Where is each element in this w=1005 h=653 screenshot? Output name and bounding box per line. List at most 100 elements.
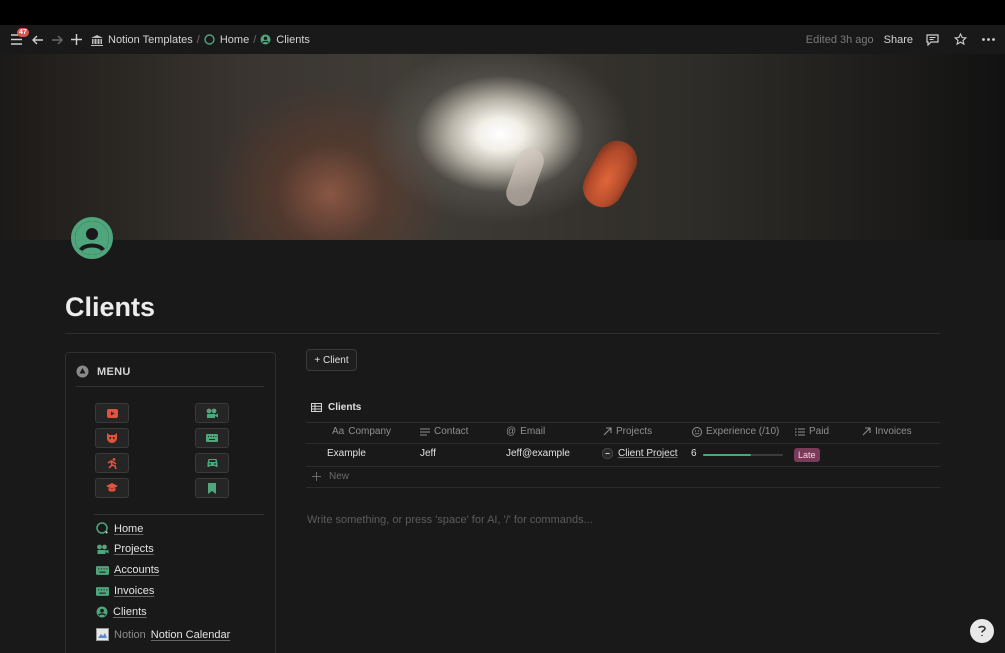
- breadcrumb-home[interactable]: Home: [204, 34, 249, 46]
- projector-icon: [206, 408, 218, 418]
- topbar: 47 Notion Templates / Home / Clients Edi…: [0, 25, 1005, 54]
- forward-button[interactable]: [48, 31, 66, 49]
- text-lines-icon: [420, 428, 430, 435]
- cell-experience[interactable]: 6: [691, 448, 697, 459]
- new-row-button[interactable]: New: [312, 471, 349, 482]
- menu-card: MENU Home Projects Accounts Invoices Cli…: [65, 352, 276, 653]
- project-link[interactable]: Client Project: [618, 448, 677, 459]
- bookmark-link-button[interactable]: [195, 478, 229, 498]
- triangle-circle-icon: [76, 365, 89, 378]
- cover-finger-shape: [575, 133, 645, 215]
- menu-link-label: Notion Calendar: [150, 628, 231, 641]
- menu-link-prefix: Notion: [114, 628, 146, 641]
- project-page-icon: [602, 448, 613, 459]
- smiley-icon: [692, 426, 702, 437]
- menu-link-label: Projects: [114, 543, 154, 555]
- cell-contact[interactable]: Jeff: [420, 448, 436, 459]
- column-header-company[interactable]: Aa Company: [332, 426, 391, 437]
- keyboard-icon: [206, 434, 218, 442]
- menu-link-clients[interactable]: Clients: [96, 606, 147, 618]
- projector-icon: [97, 544, 109, 554]
- plus-icon: [312, 472, 321, 481]
- cover-image[interactable]: [0, 54, 1005, 240]
- comments-button[interactable]: [923, 31, 941, 49]
- column-header-invoices[interactable]: Invoices: [862, 426, 912, 437]
- menu-link-notion-calendar[interactable]: Notion Notion Calendar: [96, 628, 230, 641]
- table-bottom-border: [306, 487, 940, 488]
- youtube-icon: [106, 408, 118, 418]
- add-client-button[interactable]: + Client: [306, 349, 357, 371]
- menu-link-home[interactable]: Home: [96, 522, 143, 535]
- keyboard-icon: [96, 565, 109, 575]
- mask-link-button[interactable]: [95, 428, 129, 448]
- page-user-icon[interactable]: [71, 217, 113, 259]
- table-row-divider: [306, 443, 940, 444]
- menu-link-projects[interactable]: Projects: [96, 543, 154, 555]
- favorite-button[interactable]: [951, 31, 969, 49]
- circle-icon: [204, 34, 215, 45]
- window-titlebar: [0, 0, 1005, 25]
- page-title[interactable]: Clients: [65, 292, 155, 323]
- breadcrumb-notion-templates[interactable]: Notion Templates: [91, 34, 193, 46]
- keyboard-link-button[interactable]: [195, 428, 229, 448]
- bank-icon: [91, 34, 103, 46]
- column-header-experience[interactable]: Experience (/10): [692, 426, 779, 437]
- more-button[interactable]: [979, 31, 997, 49]
- youtube-link-button[interactable]: [95, 403, 129, 423]
- cell-company[interactable]: Example: [327, 448, 366, 459]
- menu-link-invoices[interactable]: Invoices: [96, 585, 154, 597]
- share-button[interactable]: Share: [884, 34, 913, 46]
- breadcrumb-separator: /: [196, 33, 200, 46]
- arrow-right-icon: [52, 35, 63, 44]
- breadcrumb-label: Notion Templates: [108, 33, 193, 46]
- topbar-actions: Edited 3h ago Share: [806, 25, 997, 54]
- graduation-cap-icon: [106, 483, 118, 492]
- user-circle-icon: [96, 606, 108, 618]
- notification-badge: 47: [17, 27, 29, 37]
- menu-link-label: Home: [114, 522, 144, 535]
- relation-arrow-icon: [862, 427, 871, 436]
- breadcrumb-clients[interactable]: Clients: [260, 34, 310, 46]
- menu-link-label: Invoices: [114, 585, 155, 597]
- arrow-left-icon: [32, 35, 43, 44]
- mask-icon: [107, 433, 117, 443]
- column-header-contact[interactable]: Contact: [420, 426, 468, 437]
- column-header-label: Projects: [616, 426, 653, 437]
- divider: [65, 333, 940, 334]
- plus-icon: [70, 34, 82, 45]
- breadcrumb-label: Home: [219, 33, 250, 46]
- database-title[interactable]: Clients: [311, 402, 361, 413]
- menu-link-label: Accounts: [114, 564, 160, 576]
- new-row-label: New: [329, 471, 350, 482]
- database-title-label: Clients: [328, 402, 362, 413]
- projector-link-button[interactable]: [195, 403, 229, 423]
- help-icon: [978, 625, 986, 636]
- editor-placeholder[interactable]: Write something, or press 'space' for AI…: [307, 514, 593, 526]
- graduation-link-button[interactable]: [95, 478, 129, 498]
- help-button[interactable]: [970, 619, 994, 643]
- new-page-button[interactable]: [67, 31, 85, 49]
- column-header-projects[interactable]: Projects: [603, 426, 652, 437]
- divider: [76, 386, 264, 387]
- back-button[interactable]: [29, 31, 47, 49]
- paid-status-tag[interactable]: Late: [794, 448, 820, 462]
- column-header-email[interactable]: @ Email: [506, 426, 545, 437]
- circle-icon: [96, 522, 109, 535]
- runner-icon: [107, 457, 117, 469]
- broken-image-icon: [96, 628, 109, 641]
- table-row-divider: [306, 466, 940, 467]
- sidebar-toggle-button[interactable]: 47: [8, 27, 29, 49]
- table-icon: [311, 403, 322, 412]
- cover-finger-shape: [502, 144, 548, 210]
- relation-arrow-icon: [603, 427, 612, 436]
- column-header-paid[interactable]: Paid: [795, 426, 829, 437]
- cell-projects[interactable]: Client Project: [602, 448, 677, 459]
- comment-icon: [925, 33, 939, 46]
- cell-email[interactable]: Jeff@example: [506, 448, 570, 459]
- breadcrumb-label: Clients: [276, 33, 310, 46]
- column-header-label: Email: [520, 426, 546, 437]
- runner-link-button[interactable]: [95, 453, 129, 473]
- more-dots-icon: [981, 38, 995, 41]
- car-link-button[interactable]: [195, 453, 229, 473]
- menu-link-accounts[interactable]: Accounts: [96, 564, 159, 576]
